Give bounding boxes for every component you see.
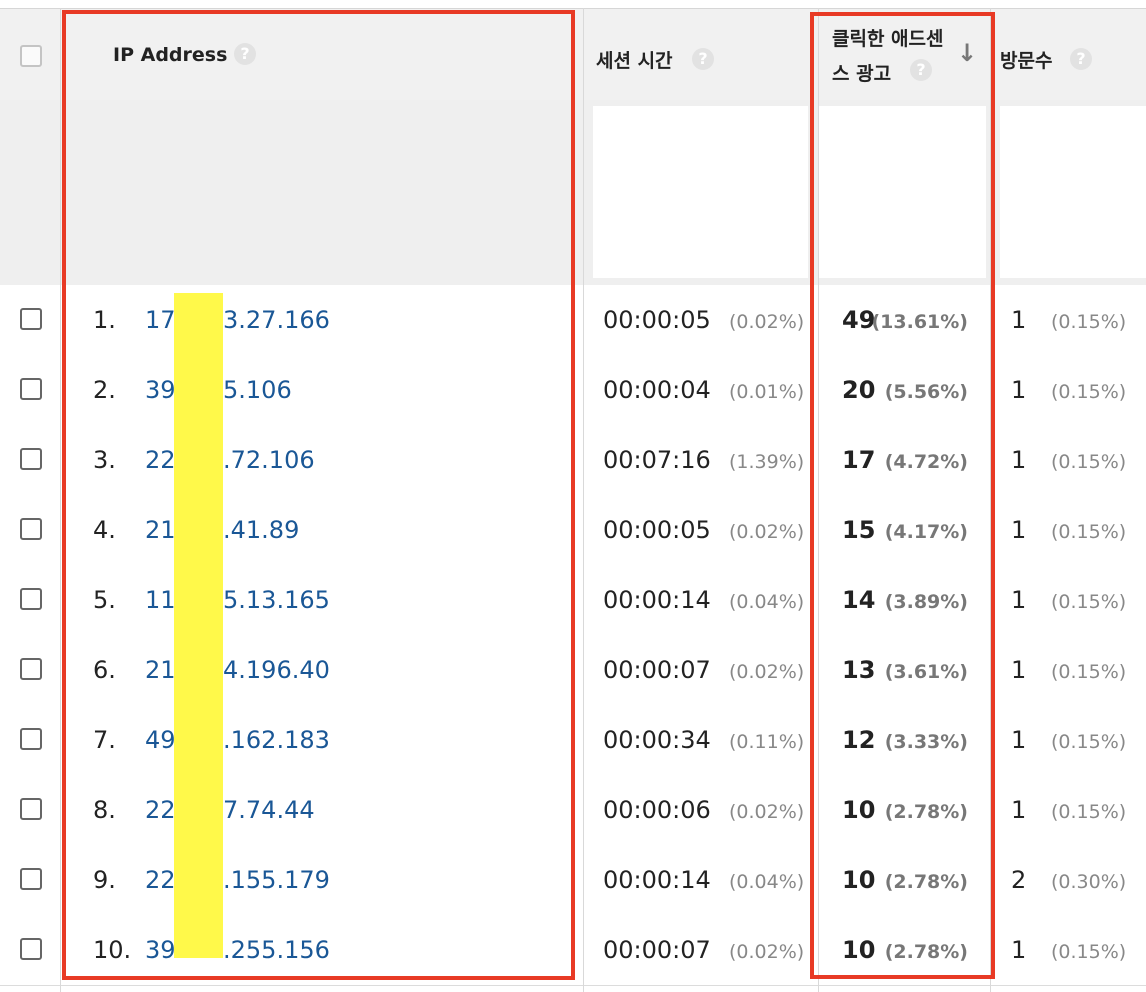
session-summary-box	[593, 106, 808, 278]
column-divider	[583, 8, 584, 992]
session-duration: 00:00:14	[603, 866, 711, 894]
visits-count: 1	[1011, 656, 1027, 684]
column-divider	[60, 8, 61, 992]
session-percent: (0.02%)	[729, 801, 805, 823]
visits-summary-box	[1000, 106, 1146, 278]
visits-percent: (0.30%)	[1051, 871, 1127, 893]
session-percent: (0.02%)	[729, 311, 805, 333]
session-percent: (0.02%)	[729, 941, 805, 963]
session-duration: 00:00:07	[603, 936, 711, 964]
session-duration: 00:00:05	[603, 306, 711, 334]
visits-count: 1	[1011, 796, 1027, 824]
session-duration: 00:00:07	[603, 656, 711, 684]
visits-count: 1	[1011, 516, 1027, 544]
visits-percent: (0.15%)	[1051, 801, 1127, 823]
session-percent: (0.02%)	[729, 521, 805, 543]
session-percent: (0.04%)	[729, 871, 805, 893]
visits-percent: (0.15%)	[1051, 521, 1127, 543]
visits-percent: (0.15%)	[1051, 381, 1127, 403]
row-checkbox[interactable]	[20, 938, 42, 960]
column-header-session-duration[interactable]: 세션 시간	[596, 46, 673, 73]
visits-percent: (0.15%)	[1051, 941, 1127, 963]
visits-count: 1	[1011, 726, 1027, 754]
session-duration: 00:00:14	[603, 586, 711, 614]
session-help-icon[interactable]: ?	[692, 48, 714, 70]
column-header-visits[interactable]: 방문수	[1000, 46, 1052, 73]
visits-count: 1	[1011, 586, 1027, 614]
visits-count: 1	[1011, 306, 1027, 334]
visits-percent: (0.15%)	[1051, 591, 1127, 613]
row-checkbox[interactable]	[20, 588, 42, 610]
session-duration: 00:00:05	[603, 516, 711, 544]
report-table: IP Address ? 세션 시간 ? 클릭한 애드센 스 광고 ? ↓ 방문…	[0, 0, 1146, 992]
row-checkbox[interactable]	[20, 448, 42, 470]
session-percent: (1.39%)	[729, 451, 805, 473]
session-percent: (0.02%)	[729, 661, 805, 683]
row-checkbox[interactable]	[20, 378, 42, 400]
visits-percent: (0.15%)	[1051, 731, 1127, 753]
row-checkbox[interactable]	[20, 308, 42, 330]
row-checkbox[interactable]	[20, 728, 42, 750]
row-checkbox[interactable]	[20, 658, 42, 680]
session-percent: (0.11%)	[729, 731, 805, 753]
visits-count: 1	[1011, 936, 1027, 964]
session-duration: 00:07:16	[603, 446, 711, 474]
visits-help-icon[interactable]: ?	[1070, 48, 1092, 70]
session-duration: 00:00:04	[603, 376, 711, 404]
visits-percent: (0.15%)	[1051, 311, 1127, 333]
annotation-box-ip-column	[62, 10, 575, 980]
session-percent: (0.01%)	[729, 381, 805, 403]
session-duration: 00:00:06	[603, 796, 711, 824]
visits-percent: (0.15%)	[1051, 451, 1127, 473]
row-checkbox[interactable]	[20, 868, 42, 890]
visits-count: 2	[1011, 866, 1027, 894]
session-percent: (0.04%)	[729, 591, 805, 613]
row-checkbox[interactable]	[20, 798, 42, 820]
session-duration: 00:00:34	[603, 726, 711, 754]
visits-count: 1	[1011, 446, 1027, 474]
select-all-checkbox[interactable]	[20, 45, 42, 67]
row-checkbox[interactable]	[20, 518, 42, 540]
visits-count: 1	[1011, 376, 1027, 404]
annotation-box-adsense-column	[810, 12, 995, 979]
visits-percent: (0.15%)	[1051, 661, 1127, 683]
